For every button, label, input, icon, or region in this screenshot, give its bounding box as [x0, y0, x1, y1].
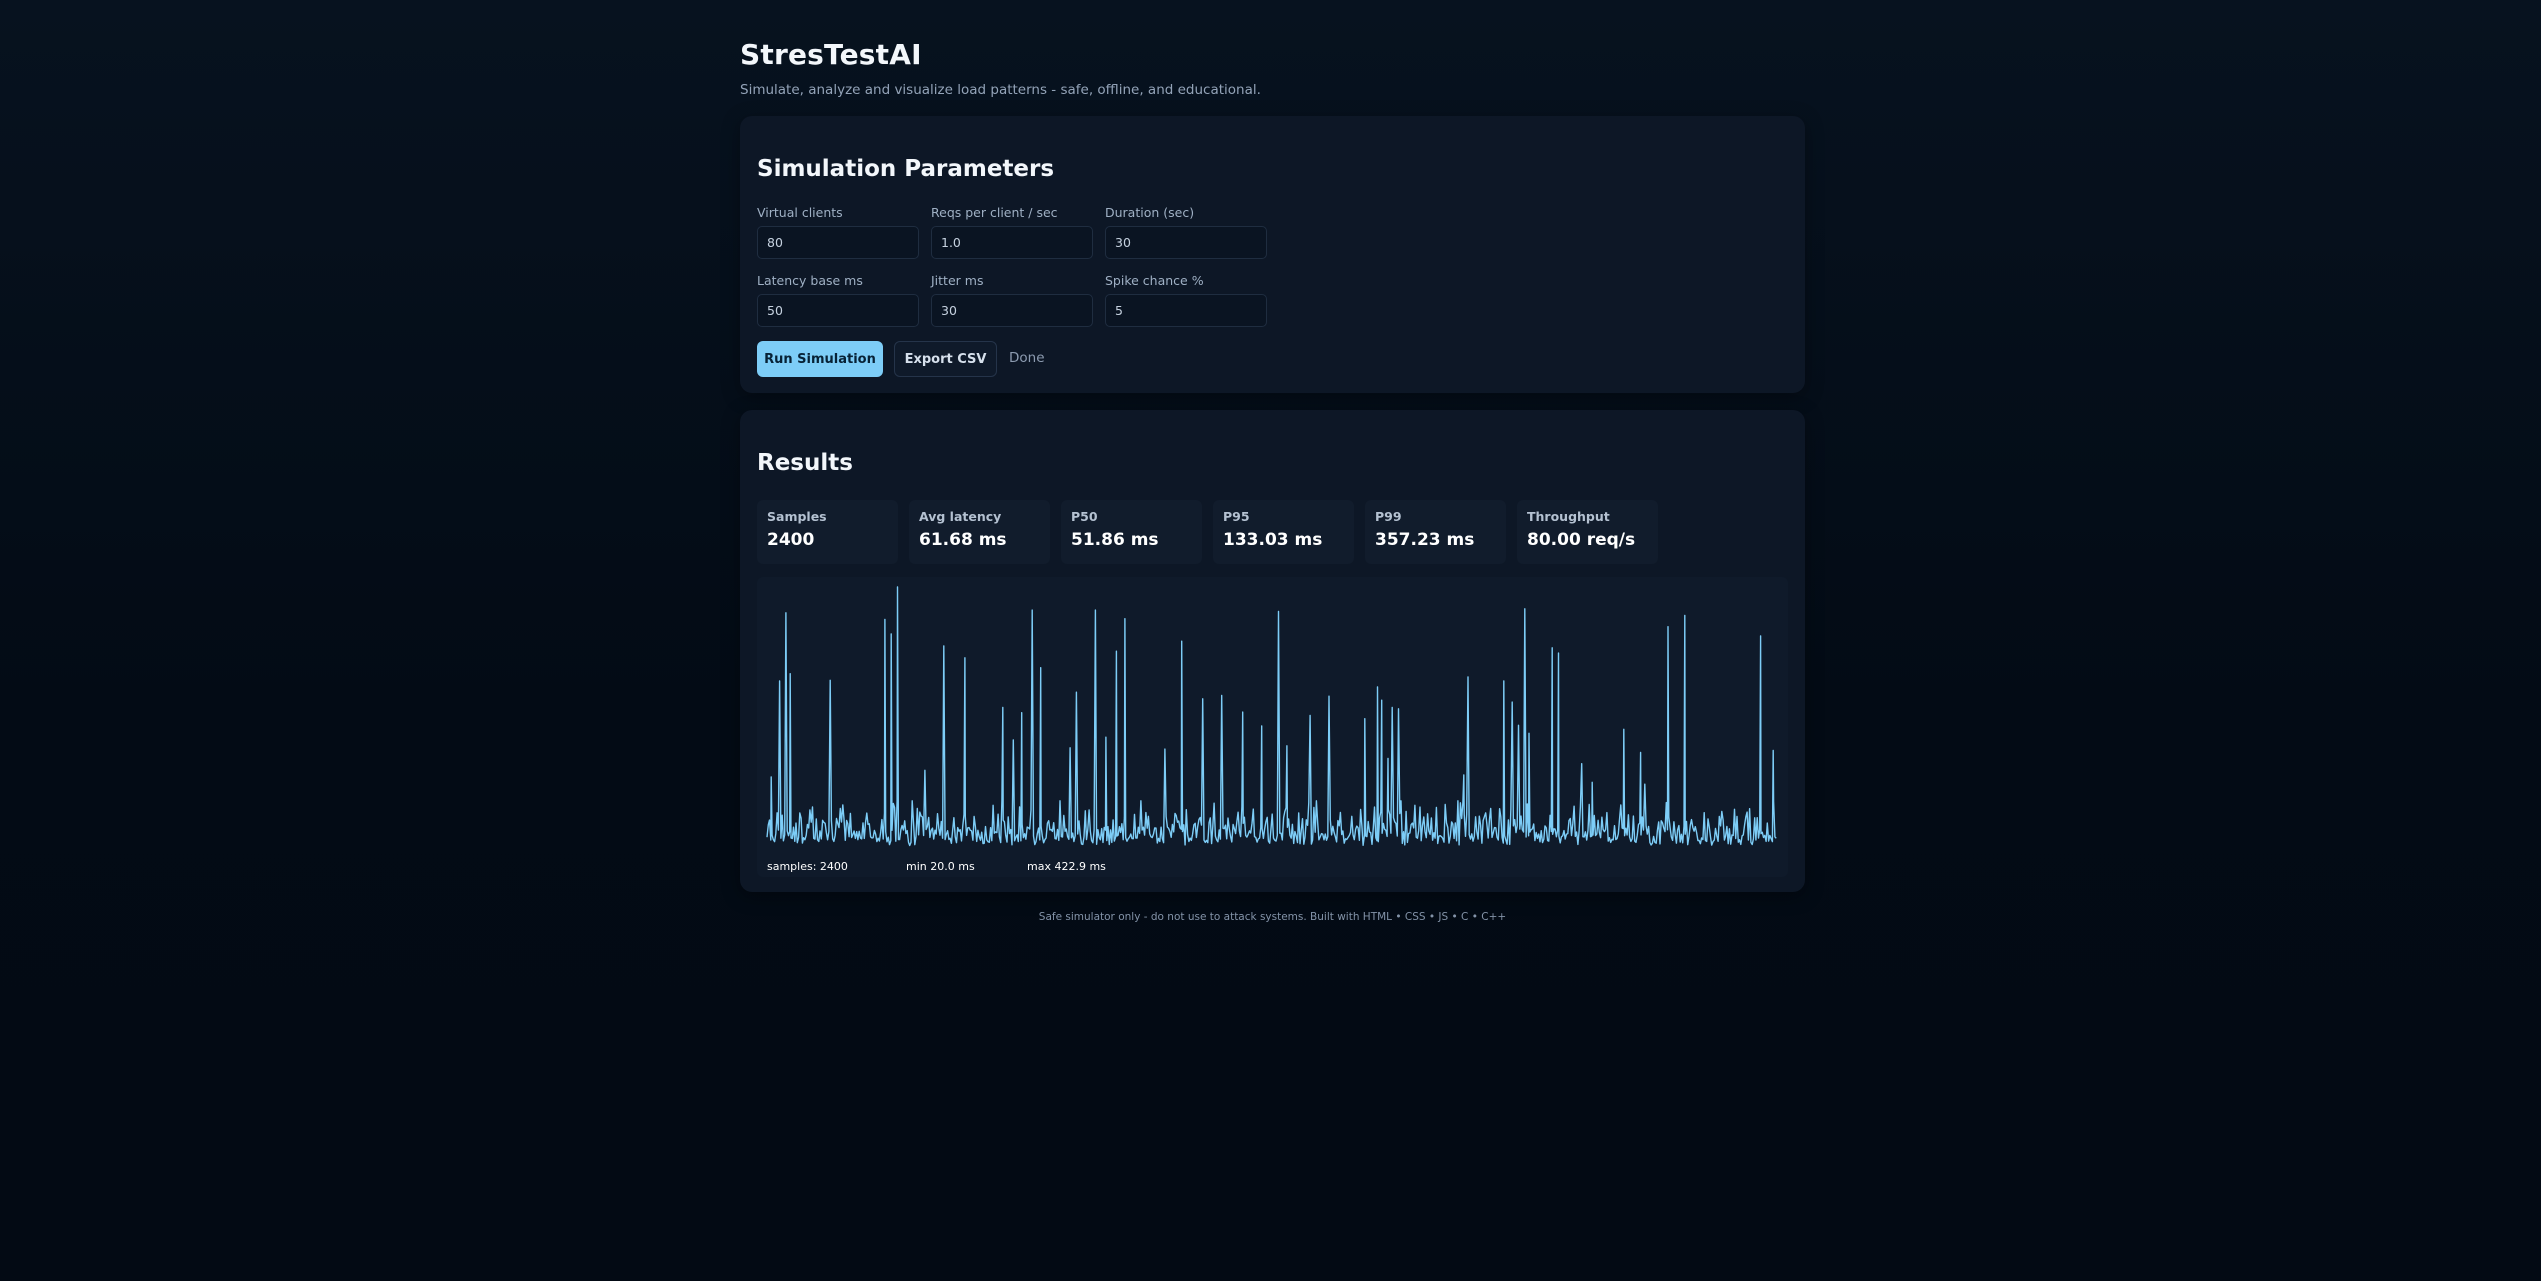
latency-base-label: Latency base ms: [757, 273, 863, 288]
latency-chart-svg: samples: 2400 min 20.0 ms max 422.9 ms: [766, 586, 1777, 873]
latency-series-line: [766, 586, 1777, 847]
stat-throughput-label: Throughput: [1527, 509, 1610, 524]
chart-samples-label: samples: 2400: [767, 860, 848, 873]
stat-p95-label: P95: [1223, 509, 1250, 524]
latency-chart: samples: 2400 min 20.0 ms max 422.9 ms: [757, 577, 1788, 877]
run-simulation-button[interactable]: Run Simulation: [757, 341, 883, 377]
export-csv-button[interactable]: Export CSV: [894, 341, 997, 377]
stat-samples: Samples 2400: [757, 500, 898, 564]
simulation-parameters-card: Simulation Parameters Virtual clients Re…: [740, 116, 1805, 393]
latency-base-input[interactable]: [757, 294, 919, 327]
chart-min-label: min 20.0 ms: [906, 860, 975, 873]
virtual-clients-label: Virtual clients: [757, 205, 843, 220]
stat-throughput: Throughput 80.00 req/s: [1517, 500, 1658, 564]
reqs-per-client-label: Reqs per client / sec: [931, 205, 1058, 220]
spike-chance-label: Spike chance %: [1105, 273, 1204, 288]
virtual-clients-input[interactable]: [757, 226, 919, 259]
stat-avg-latency: Avg latency 61.68 ms: [909, 500, 1050, 564]
reqs-per-client-input[interactable]: [931, 226, 1093, 259]
footer-note: Safe simulator only - do not use to atta…: [1038, 911, 1507, 923]
stat-avg-latency-label: Avg latency: [919, 509, 1002, 524]
jitter-input[interactable]: [931, 294, 1093, 327]
stat-p50-label: P50: [1071, 509, 1098, 524]
stat-throughput-value: 80.00 req/s: [1527, 530, 1636, 550]
app-title: StresTestAI: [740, 38, 922, 71]
duration-input[interactable]: [1105, 226, 1267, 259]
results-card: Results Samples 2400 Avg latency 61.68 m…: [740, 410, 1805, 892]
stat-p50: P50 51.86 ms: [1061, 500, 1202, 564]
stat-p50-value: 51.86 ms: [1071, 530, 1159, 550]
latency-base-field: Latency base ms: [757, 273, 919, 327]
status-text: Done: [1009, 350, 1045, 366]
parameters-heading: Simulation Parameters: [757, 156, 1055, 182]
jitter-label: Jitter ms: [931, 273, 984, 288]
virtual-clients-field: Virtual clients: [757, 205, 919, 259]
duration-label: Duration (sec): [1105, 205, 1195, 220]
spike-chance-field: Spike chance %: [1105, 273, 1267, 327]
stat-p99-label: P99: [1375, 509, 1402, 524]
jitter-field: Jitter ms: [931, 273, 1093, 327]
reqs-per-client-field: Reqs per client / sec: [931, 205, 1093, 259]
app-subtitle: Simulate, analyze and visualize load pat…: [740, 82, 1261, 98]
stat-samples-label: Samples: [767, 509, 827, 524]
results-heading: Results: [757, 450, 853, 476]
stat-avg-latency-value: 61.68 ms: [919, 530, 1007, 550]
stat-p99-value: 357.23 ms: [1375, 530, 1475, 550]
stat-p95-value: 133.03 ms: [1223, 530, 1323, 550]
stat-samples-value: 2400: [767, 530, 815, 550]
spike-chance-input[interactable]: [1105, 294, 1267, 327]
duration-field: Duration (sec): [1105, 205, 1267, 259]
chart-max-label: max 422.9 ms: [1027, 860, 1106, 873]
stat-p95: P95 133.03 ms: [1213, 500, 1354, 564]
stat-p99: P99 357.23 ms: [1365, 500, 1506, 564]
